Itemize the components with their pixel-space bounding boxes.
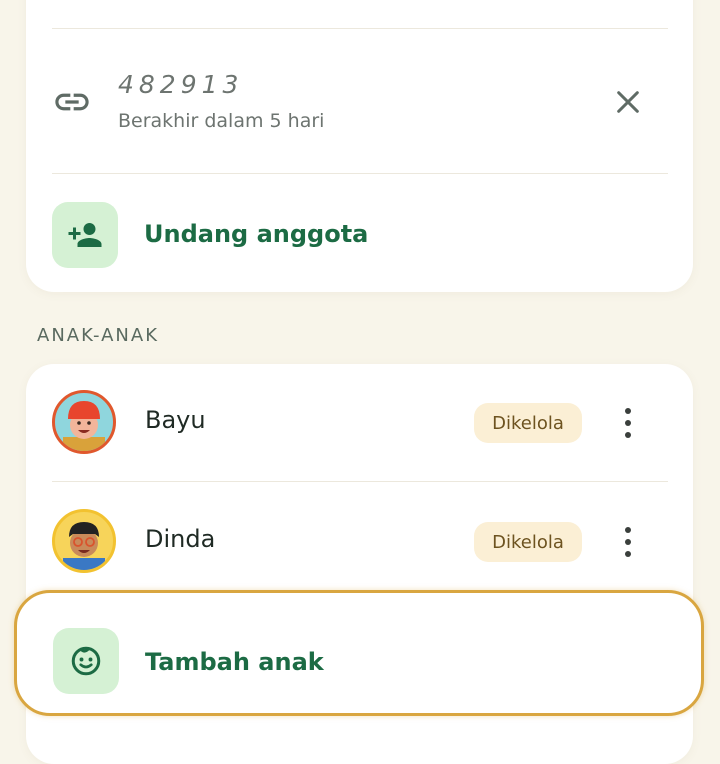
add-child-label: Tambah anak (145, 648, 324, 676)
close-icon[interactable] (612, 86, 644, 118)
invite-card: 482913 Berakhir dalam 5 hari Undang angg… (26, 0, 693, 292)
status-badge: Dikelola (474, 522, 582, 562)
divider (52, 173, 668, 174)
invite-member-label: Undang anggota (144, 220, 369, 248)
invite-expiry: Berakhir dalam 5 hari (118, 110, 325, 132)
more-vert-icon[interactable] (614, 403, 642, 443)
divider (52, 28, 668, 29)
child-row[interactable]: Dinda Dikelola (26, 483, 693, 601)
add-child-button[interactable]: Tambah anak (14, 590, 704, 716)
avatar (52, 390, 116, 454)
section-title: ANAK-ANAK (37, 325, 160, 346)
add-member-tile (52, 202, 118, 268)
more-vert-icon[interactable] (614, 522, 642, 562)
status-badge: Dikelola (474, 403, 582, 443)
add-child-tile (53, 628, 119, 694)
child-row[interactable]: Bayu Dikelola (26, 364, 693, 482)
invite-code: 482913 (118, 70, 244, 99)
child-name: Dinda (145, 525, 216, 553)
person-add-icon (68, 223, 102, 247)
child-face-icon (71, 646, 101, 676)
divider (52, 481, 668, 482)
avatar (52, 509, 116, 573)
child-avatar-icon (63, 401, 105, 451)
link-icon (55, 93, 89, 111)
child-name: Bayu (145, 406, 206, 434)
child-avatar-icon (63, 522, 105, 570)
